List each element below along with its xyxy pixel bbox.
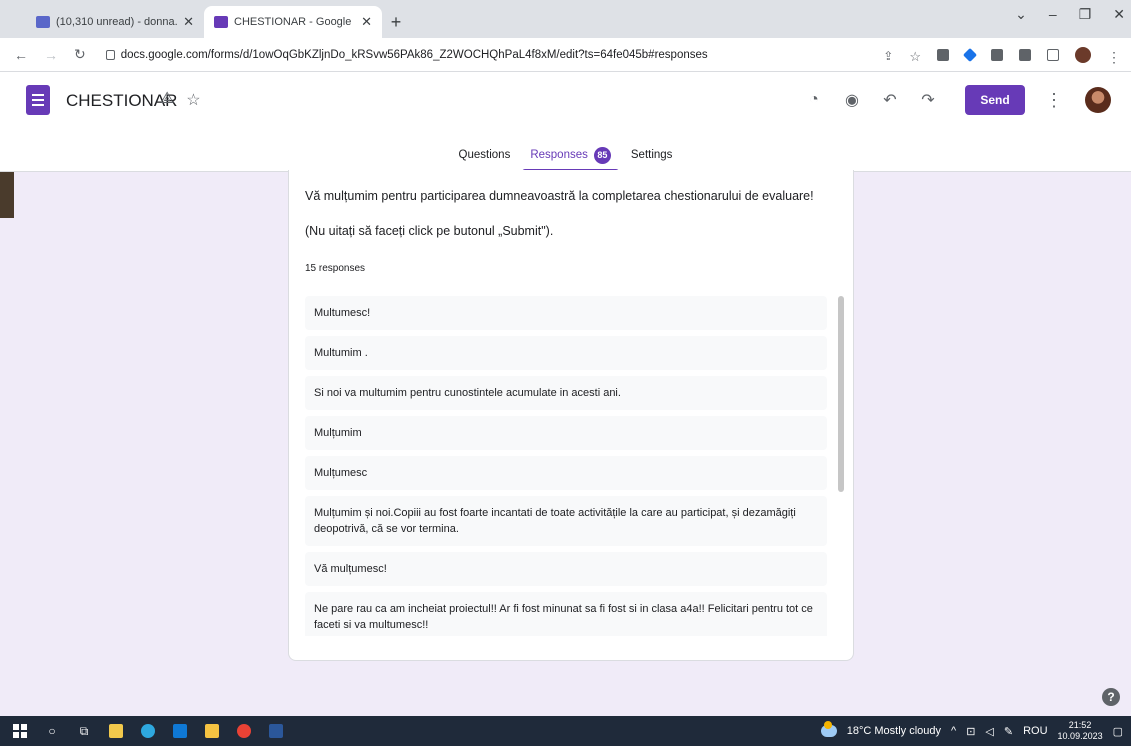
pen-icon[interactable]: ✎ xyxy=(1004,725,1013,738)
minimize-icon[interactable]: – xyxy=(1049,6,1057,23)
share-icon[interactable]: ⇪ xyxy=(883,49,893,63)
taskbar-apps: ○ ⧉ xyxy=(0,723,284,739)
tab-questions[interactable]: Questions xyxy=(451,138,519,172)
forms-header: CHESTIONAR ⟁ ☆ ◔ ◉ ↶ ↷ Send ⋮ Questions … xyxy=(0,72,1131,172)
palette-icon[interactable]: ◔ xyxy=(805,91,823,109)
clock-time: 21:52 xyxy=(1068,720,1092,730)
browser-tab-forms[interactable]: CHESTIONAR - Google Forms ✕ xyxy=(204,6,382,38)
account-avatar[interactable] xyxy=(1085,87,1111,113)
sidepanel-icon[interactable] xyxy=(1047,49,1059,61)
task-view-icon[interactable]: ⧉ xyxy=(76,723,92,739)
browser-menu-icon[interactable]: ⋮ xyxy=(1107,49,1121,65)
list-item: Ne pare rau ca am incheiat proiectul!! A… xyxy=(305,592,827,636)
browser-tab-bar: (10,310 unread) - donna.savin@ ✕ CHESTIO… xyxy=(0,0,1131,38)
profile-avatar[interactable] xyxy=(1075,47,1091,63)
clock-date: 10.09.2023 xyxy=(1057,731,1103,741)
extension-diamond-icon[interactable] xyxy=(962,47,978,63)
list-item: Multumim . xyxy=(305,336,827,370)
list-item: Mulțumesc xyxy=(305,456,827,490)
list-item: Multumesc! xyxy=(305,296,827,330)
search-icon[interactable]: ○ xyxy=(44,723,60,739)
word-icon[interactable] xyxy=(268,723,284,739)
lock-icon[interactable] xyxy=(105,49,115,60)
title-actions: ⟁ ☆ xyxy=(160,90,201,110)
responses-list[interactable]: Multumesc! Multumim . Si noi va multumim… xyxy=(305,296,827,636)
header-toolbar: ◔ ◉ ↶ ↷ Send ⋮ xyxy=(805,85,1111,115)
tab-label: Settings xyxy=(630,149,673,161)
restore-icon[interactable]: ❐ xyxy=(1079,6,1092,23)
list-item: Mulțumim xyxy=(305,416,827,450)
forward-icon[interactable]: → xyxy=(44,47,58,63)
close-tab-icon[interactable]: ✕ xyxy=(361,14,372,30)
tab-responses[interactable]: Responses 85 xyxy=(522,138,619,172)
clock[interactable]: 21:52 10.09.2023 xyxy=(1058,720,1103,742)
window-controls: ⌄ – ❐ ✕ xyxy=(1015,6,1125,23)
puzzle-icon[interactable] xyxy=(1019,49,1031,61)
list-item: Si noi va multumim pentru cunostintele a… xyxy=(305,376,827,410)
star-icon[interactable]: ☆ xyxy=(186,90,200,110)
preview-eye-icon[interactable]: ◉ xyxy=(843,90,861,110)
bookmark-star-icon[interactable]: ☆ xyxy=(909,49,921,64)
tab-settings[interactable]: Settings xyxy=(623,138,681,172)
notifications-icon[interactable]: ▢ xyxy=(1113,725,1123,738)
forms-icon xyxy=(214,16,228,28)
question-title: Vă mulțumim pentru participarea dumneavo… xyxy=(305,189,814,203)
edge-icon[interactable] xyxy=(140,723,156,739)
redo-icon[interactable]: ↷ xyxy=(919,90,937,110)
weather-text[interactable]: 18°C Mostly cloudy xyxy=(847,725,941,737)
tab-search-icon[interactable]: ⌄ xyxy=(1015,6,1027,23)
tab-title: (10,310 unread) - donna.savin@ xyxy=(56,16,178,28)
close-window-icon[interactable]: ✕ xyxy=(1113,6,1125,23)
move-to-drive-icon[interactable]: ⟁ xyxy=(160,90,174,110)
extension-grid-icon[interactable] xyxy=(937,49,949,61)
responses-scrollbar[interactable] xyxy=(838,296,844,492)
extension-icon[interactable] xyxy=(991,49,1003,61)
taskbar: ○ ⧉ 18°C Mostly cloudy ^ ⊡ ◁ ✎ ROU 21:52… xyxy=(0,716,1131,746)
system-tray: 18°C Mostly cloudy ^ ⊡ ◁ ✎ ROU 21:52 10.… xyxy=(820,716,1123,746)
volume-icon[interactable]: ◁ xyxy=(985,725,993,738)
list-item: Mulțumim și noi.Copiii au fost foarte in… xyxy=(305,496,827,546)
weather-icon[interactable] xyxy=(820,721,837,737)
question-summary-card: Vă mulțumim pentru participarea dumneavo… xyxy=(288,170,854,661)
store-icon[interactable] xyxy=(204,723,220,739)
tray-chevron-icon[interactable]: ^ xyxy=(951,725,956,737)
browser-tab-gmail[interactable]: (10,310 unread) - donna.savin@ ✕ xyxy=(26,6,204,38)
send-button[interactable]: Send xyxy=(965,85,1025,115)
list-item: Vă mulțumesc! xyxy=(305,552,827,586)
back-icon[interactable]: ← xyxy=(14,47,28,63)
responses-count-badge: 85 xyxy=(593,146,611,164)
response-count: 15 responses xyxy=(305,263,366,274)
undo-icon[interactable]: ↶ xyxy=(881,90,899,110)
google-forms-icon[interactable] xyxy=(26,85,50,115)
help-icon[interactable]: ? xyxy=(1102,688,1120,706)
form-tabs: Questions Responses 85 Settings xyxy=(0,138,1131,172)
more-options-icon[interactable]: ⋮ xyxy=(1045,90,1063,111)
gmail-icon xyxy=(36,16,50,28)
close-tab-icon[interactable]: ✕ xyxy=(183,14,194,30)
browser-extensions: ⇪ ☆ ⋮ xyxy=(883,47,1121,65)
windows-start-icon[interactable] xyxy=(12,723,28,739)
network-icon[interactable]: ⊡ xyxy=(966,725,975,738)
tab-label: Questions xyxy=(458,149,511,161)
new-tab-button[interactable]: + xyxy=(382,6,410,38)
chrome-icon[interactable] xyxy=(236,723,252,739)
language-indicator[interactable]: ROU xyxy=(1023,725,1047,737)
address-bar: ← → ↻ docs.google.com/forms/d/1owOqGbKZl… xyxy=(0,38,1131,72)
url-input[interactable]: docs.google.com/forms/d/1owOqGbKZljnDo_k… xyxy=(121,49,708,61)
reload-icon[interactable]: ↻ xyxy=(74,46,86,63)
file-explorer-icon[interactable] xyxy=(108,723,124,739)
mail-icon[interactable] xyxy=(172,723,188,739)
tab-label: Responses xyxy=(530,149,588,161)
tab-title: CHESTIONAR - Google Forms xyxy=(234,16,355,28)
question-description: (Nu uitați să faceți click pe butonul „S… xyxy=(305,224,554,238)
